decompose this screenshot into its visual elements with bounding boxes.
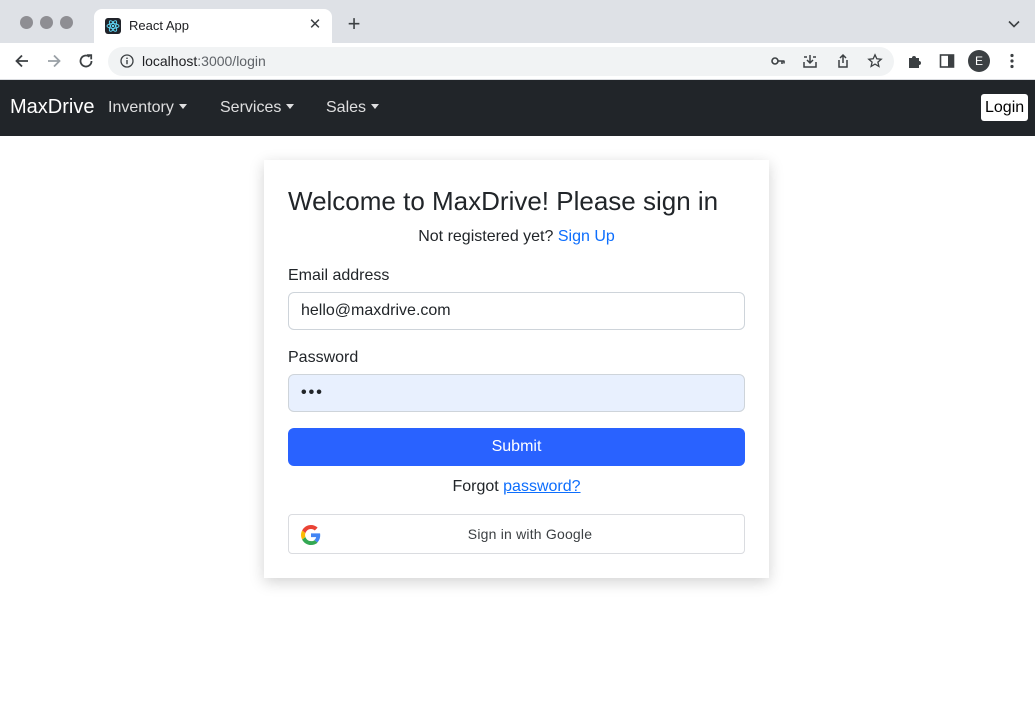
register-prompt: Not registered yet? bbox=[418, 228, 554, 245]
email-label: Email address bbox=[288, 267, 390, 284]
browser-tab-strip: React App ✕ + bbox=[0, 0, 1035, 43]
address-bar[interactable]: localhost:3000/login bbox=[108, 47, 894, 76]
forgot-password-link[interactable]: password? bbox=[503, 478, 580, 495]
profile-avatar[interactable]: E bbox=[968, 50, 990, 72]
kebab-menu-icon[interactable] bbox=[1002, 51, 1022, 71]
reload-icon[interactable] bbox=[76, 51, 96, 71]
caret-down-icon bbox=[178, 104, 187, 109]
nav-dropdown-sales[interactable]: Sales bbox=[326, 99, 380, 117]
password-label: Password bbox=[288, 349, 359, 366]
login-button[interactable]: Login bbox=[981, 94, 1029, 121]
window-close-dot[interactable] bbox=[20, 16, 33, 29]
window-minimize-dot[interactable] bbox=[40, 16, 53, 29]
forgot-prefix: Forgot bbox=[452, 478, 499, 495]
app-navbar: MaxDrive Inventory Services Sales Login bbox=[0, 80, 1035, 136]
url-host: localhost bbox=[142, 53, 198, 69]
browser-tab-active[interactable]: React App ✕ bbox=[94, 9, 332, 43]
brand-link[interactable]: MaxDrive bbox=[10, 96, 94, 119]
page-title: Welcome to MaxDrive! Please sign in bbox=[288, 186, 719, 216]
tab-close-icon[interactable]: ✕ bbox=[306, 16, 324, 34]
star-icon[interactable] bbox=[867, 53, 883, 69]
tab-title: React App bbox=[129, 18, 189, 33]
key-icon[interactable] bbox=[770, 53, 786, 69]
new-tab-button[interactable]: + bbox=[344, 13, 364, 35]
side-panel-icon[interactable] bbox=[937, 51, 957, 71]
caret-down-icon bbox=[286, 104, 295, 109]
nav-dropdown-inventory[interactable]: Inventory bbox=[108, 99, 187, 117]
nav-label: Services bbox=[220, 99, 282, 116]
google-signin-button[interactable]: Sign in with Google bbox=[288, 514, 745, 554]
tab-search-chevron-icon[interactable] bbox=[1007, 17, 1021, 31]
window-maximize-dot[interactable] bbox=[60, 16, 73, 29]
nav-label: Sales bbox=[326, 99, 367, 116]
email-field[interactable]: hello@maxdrive.com bbox=[288, 292, 745, 330]
signup-link[interactable]: Sign Up bbox=[558, 228, 615, 245]
register-prompt-line: Not registered yet? Sign Up bbox=[264, 228, 769, 246]
submit-button[interactable]: Submit bbox=[288, 428, 745, 466]
react-favicon-icon bbox=[105, 18, 121, 34]
info-icon[interactable] bbox=[120, 54, 134, 68]
share-icon[interactable] bbox=[835, 53, 851, 69]
caret-down-icon bbox=[371, 104, 380, 109]
password-field[interactable]: ••• bbox=[288, 374, 745, 412]
google-signin-label: Sign in with Google bbox=[467, 526, 593, 542]
extensions-icon[interactable] bbox=[905, 51, 925, 71]
nav-label: Inventory bbox=[108, 99, 174, 116]
url-text[interactable]: localhost:3000/login bbox=[142, 53, 266, 69]
install-icon[interactable] bbox=[802, 53, 818, 69]
login-card: Welcome to MaxDrive! Please sign in Not … bbox=[264, 160, 769, 578]
url-path: :3000/login bbox=[197, 53, 266, 69]
browser-toolbar: localhost:3000/login E bbox=[0, 43, 1035, 80]
back-arrow-icon[interactable] bbox=[12, 51, 32, 71]
forward-arrow-icon[interactable] bbox=[44, 51, 64, 71]
forgot-password-line: Forgot password? bbox=[264, 478, 769, 496]
nav-dropdown-services[interactable]: Services bbox=[220, 99, 295, 117]
